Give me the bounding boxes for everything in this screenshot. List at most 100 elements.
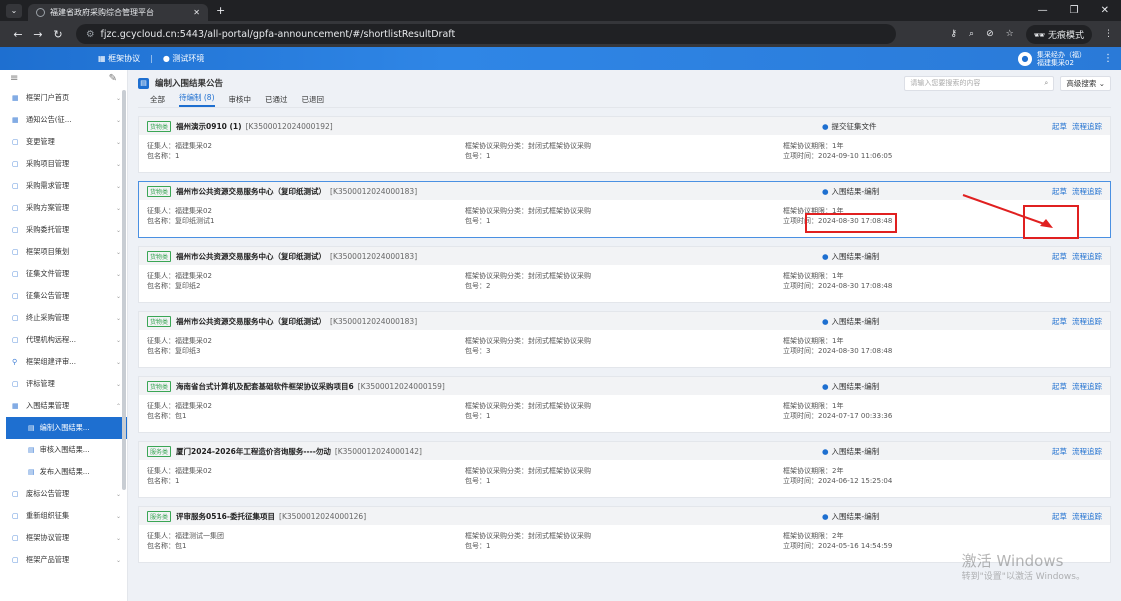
sidebar-item-label: 框架项目策划 — [26, 247, 70, 256]
doc-icon: ▢ — [12, 380, 19, 388]
sidebar-item[interactable]: ▦ 框架门户首页 ⌄ — [0, 87, 127, 109]
tab-2[interactable]: 审核中 — [229, 94, 252, 105]
tab-4[interactable]: 已退回 — [302, 94, 325, 105]
draft-link[interactable]: 起草 — [1052, 511, 1067, 522]
site-info-icon[interactable]: ⚙ — [86, 29, 95, 40]
forward-icon[interactable]: → — [28, 28, 48, 41]
restore-icon[interactable]: ❐ — [1070, 5, 1079, 16]
project-name[interactable]: 福州演示0910 (1) — [176, 121, 242, 132]
track-link[interactable]: 流程追踪 — [1072, 511, 1102, 522]
chevron-icon: ⌄ — [115, 204, 121, 212]
project-card[interactable]: 货物类 福州演示0910 (1) [K3500012024000192] ● 提交征集文… — [138, 116, 1111, 173]
tab-3[interactable]: 已通过 — [265, 94, 288, 105]
new-tab-icon[interactable]: + — [216, 4, 225, 17]
sidebar-item[interactable]: ▢ 评标管理 ⌄ — [0, 373, 127, 395]
key-icon[interactable]: ⚷ — [950, 29, 957, 39]
sidebar-item[interactable]: ▢ 采购委托管理 ⌄ — [0, 219, 127, 241]
sidebar-item[interactable]: ▢ 采购方案管理 ⌄ — [0, 197, 127, 219]
minimize-icon[interactable]: — — [1038, 5, 1048, 16]
sidebar-item[interactable]: ▢ 变更管理 ⌄ — [0, 131, 127, 153]
category-tag: 货物类 — [147, 380, 172, 392]
tab-1[interactable]: 待编制 (8) — [179, 92, 215, 107]
project-name[interactable]: 福州市公共资源交易服务中心（复印纸测试） — [176, 186, 326, 197]
eye-off-icon[interactable]: ⊘ — [986, 29, 994, 39]
close-tab-icon[interactable]: ✕ — [193, 8, 200, 17]
sidebar-subitem[interactable]: ▤ 审核入围结果... — [0, 439, 127, 461]
sidebar-item-label: 征集文件管理 — [26, 269, 70, 278]
url-field[interactable]: ⚙ fjzc.gcycloud.cn:5443/all-portal/gpfa-… — [76, 24, 896, 44]
project-card[interactable]: 货物类 海南省台式计算机及配套基础软件框架协议采购项目6 [K35000120240… — [138, 376, 1111, 433]
track-link[interactable]: 流程追踪 — [1072, 446, 1102, 457]
pin-icon[interactable]: ✎ — [109, 73, 117, 84]
draft-link[interactable]: 起草 — [1052, 316, 1067, 327]
doc-icon: ▢ — [12, 182, 19, 190]
tab-search-icon[interactable]: ⌄ — [6, 3, 22, 18]
track-link[interactable]: 流程追踪 — [1072, 316, 1102, 327]
project-card[interactable]: 服务类 厦门2024-2026年工程造价咨询服务----勿动 [K350001202… — [138, 441, 1111, 498]
menu-toggle-icon[interactable]: ≡ — [10, 73, 18, 84]
sidebar-item[interactable]: ▢ 代理机构远程... ⌄ — [0, 329, 127, 351]
track-link[interactable]: 流程追踪 — [1072, 251, 1102, 262]
doc-icon: ▢ — [12, 556, 19, 564]
draft-link[interactable]: 起草 — [1052, 121, 1067, 132]
track-link[interactable]: 流程追踪 — [1072, 121, 1102, 132]
chevron-icon: ⌄ — [115, 512, 121, 520]
sidebar-item[interactable]: ▢ 采购需求管理 ⌄ — [0, 175, 127, 197]
procurement-type: 框架协议采购分类：封闭式框架协议采购 — [465, 142, 591, 150]
sidebar-item[interactable]: ▢ 终止采购管理 ⌄ — [0, 307, 127, 329]
sidebar-item[interactable]: ▢ 征集文件管理 ⌄ — [0, 263, 127, 285]
page-title: 编制入围结果公告 — [155, 79, 224, 89]
browser-tab[interactable]: 福建省政府采购综合管理平台 ✕ — [28, 4, 208, 21]
package-number: 包号：1 — [465, 477, 491, 485]
project-card[interactable]: 货物类 福州市公共资源交易服务中心（复印纸测试） [K350001202400018… — [138, 246, 1111, 303]
sidebar-scrollbar[interactable] — [122, 90, 126, 490]
draft-link[interactable]: 起草 — [1052, 446, 1067, 457]
framework-menu[interactable]: ▦ 框架协议 — [98, 53, 140, 64]
star-icon[interactable]: ☆ — [1006, 29, 1014, 39]
project-name[interactable]: 海南省台式计算机及配套基础软件框架协议采购项目6 — [176, 381, 354, 392]
sidebar-item[interactable]: ▦ 通知公告(征... ⌄ — [0, 109, 127, 131]
project-name[interactable]: 评审服务0516-委托征集项目 — [176, 511, 275, 522]
sidebar-item[interactable]: ▢ 重新组织征集 ⌄ — [0, 505, 127, 527]
advanced-search-button[interactable]: 高级搜索 ⌄ — [1060, 75, 1111, 91]
sidebar-item[interactable]: ▢ 采购项目管理 ⌄ — [0, 153, 127, 175]
sidebar-item[interactable]: ▢ 框架项目策划 ⌄ — [0, 241, 127, 263]
chevron-icon: ⌄ — [115, 138, 121, 146]
project-name[interactable]: 厦门2024-2026年工程造价咨询服务----勿动 — [176, 446, 331, 457]
sidebar-subitem[interactable]: ▤ 发布入围结果... — [0, 461, 127, 483]
sidebar-item-label: 代理机构远程... — [26, 335, 76, 344]
project-card[interactable]: 货物类 福州市公共资源交易服务中心（复印纸测试） [K350001202400018… — [138, 311, 1111, 368]
sidebar-item-label: 征集公告管理 — [26, 291, 70, 300]
category-tag: 货物类 — [147, 315, 172, 327]
chevron-icon: ⌄ — [115, 380, 121, 388]
back-icon[interactable]: ← — [8, 28, 28, 41]
sidebar-item[interactable]: ▢ 征集公告管理 ⌄ — [0, 285, 127, 307]
search-input[interactable]: 请输入您要搜索的内容 ⌕ — [904, 75, 1055, 91]
sidebar-subitem[interactable]: ▤ 编制入围结果... — [6, 417, 127, 439]
more-icon[interactable]: ⋮ — [1103, 53, 1113, 64]
sidebar-item[interactable]: ▢ 框架协议管理 ⌄ — [0, 527, 127, 549]
track-link[interactable]: 流程追踪 — [1072, 381, 1102, 392]
reload-icon[interactable]: ↻ — [48, 28, 68, 41]
incognito-badge[interactable]: 🕶 无痕模式 — [1025, 24, 1092, 44]
project-time: 立项时间：2024-07-17 00:33:36 — [783, 412, 893, 420]
user-menu[interactable]: ● 集采经办（福） 福建集采02 ⋮ — [1018, 51, 1121, 67]
browser-menu-icon[interactable]: ⋮ — [1104, 29, 1113, 39]
sidebar-item[interactable]: ▦ 入围结果管理 ⌃ — [0, 395, 127, 417]
url-text: fjzc.gcycloud.cn:5443/all-portal/gpfa-an… — [100, 28, 456, 40]
close-window-icon[interactable]: ✕ — [1101, 5, 1109, 16]
page-icon: ▤ — [138, 77, 149, 89]
tab-0[interactable]: 全部 — [150, 94, 165, 105]
sidebar-item-label: 入围结果管理 — [26, 401, 70, 410]
sidebar-item[interactable]: ⚲ 框架组建评审... ⌄ — [0, 351, 127, 373]
sidebar-item[interactable]: ▢ 框架产品管理 ⌄ — [0, 549, 127, 571]
draft-link[interactable]: 起草 — [1052, 251, 1067, 262]
zoom-icon[interactable]: ⌕ — [969, 29, 974, 39]
sidebar-item[interactable]: ▢ 废标公告管理 ⌄ — [0, 483, 127, 505]
project-name[interactable]: 福州市公共资源交易服务中心（复印纸测试） — [176, 251, 326, 262]
draft-link[interactable]: 起草 — [1052, 381, 1067, 392]
track-link[interactable]: 流程追踪 — [1072, 186, 1102, 197]
procurement-type: 框架协议采购分类：封闭式框架协议采购 — [465, 532, 591, 540]
project-name[interactable]: 福州市公共资源交易服务中心（复印纸测试） — [176, 316, 326, 327]
search-icon[interactable]: ⌕ — [1044, 79, 1048, 88]
